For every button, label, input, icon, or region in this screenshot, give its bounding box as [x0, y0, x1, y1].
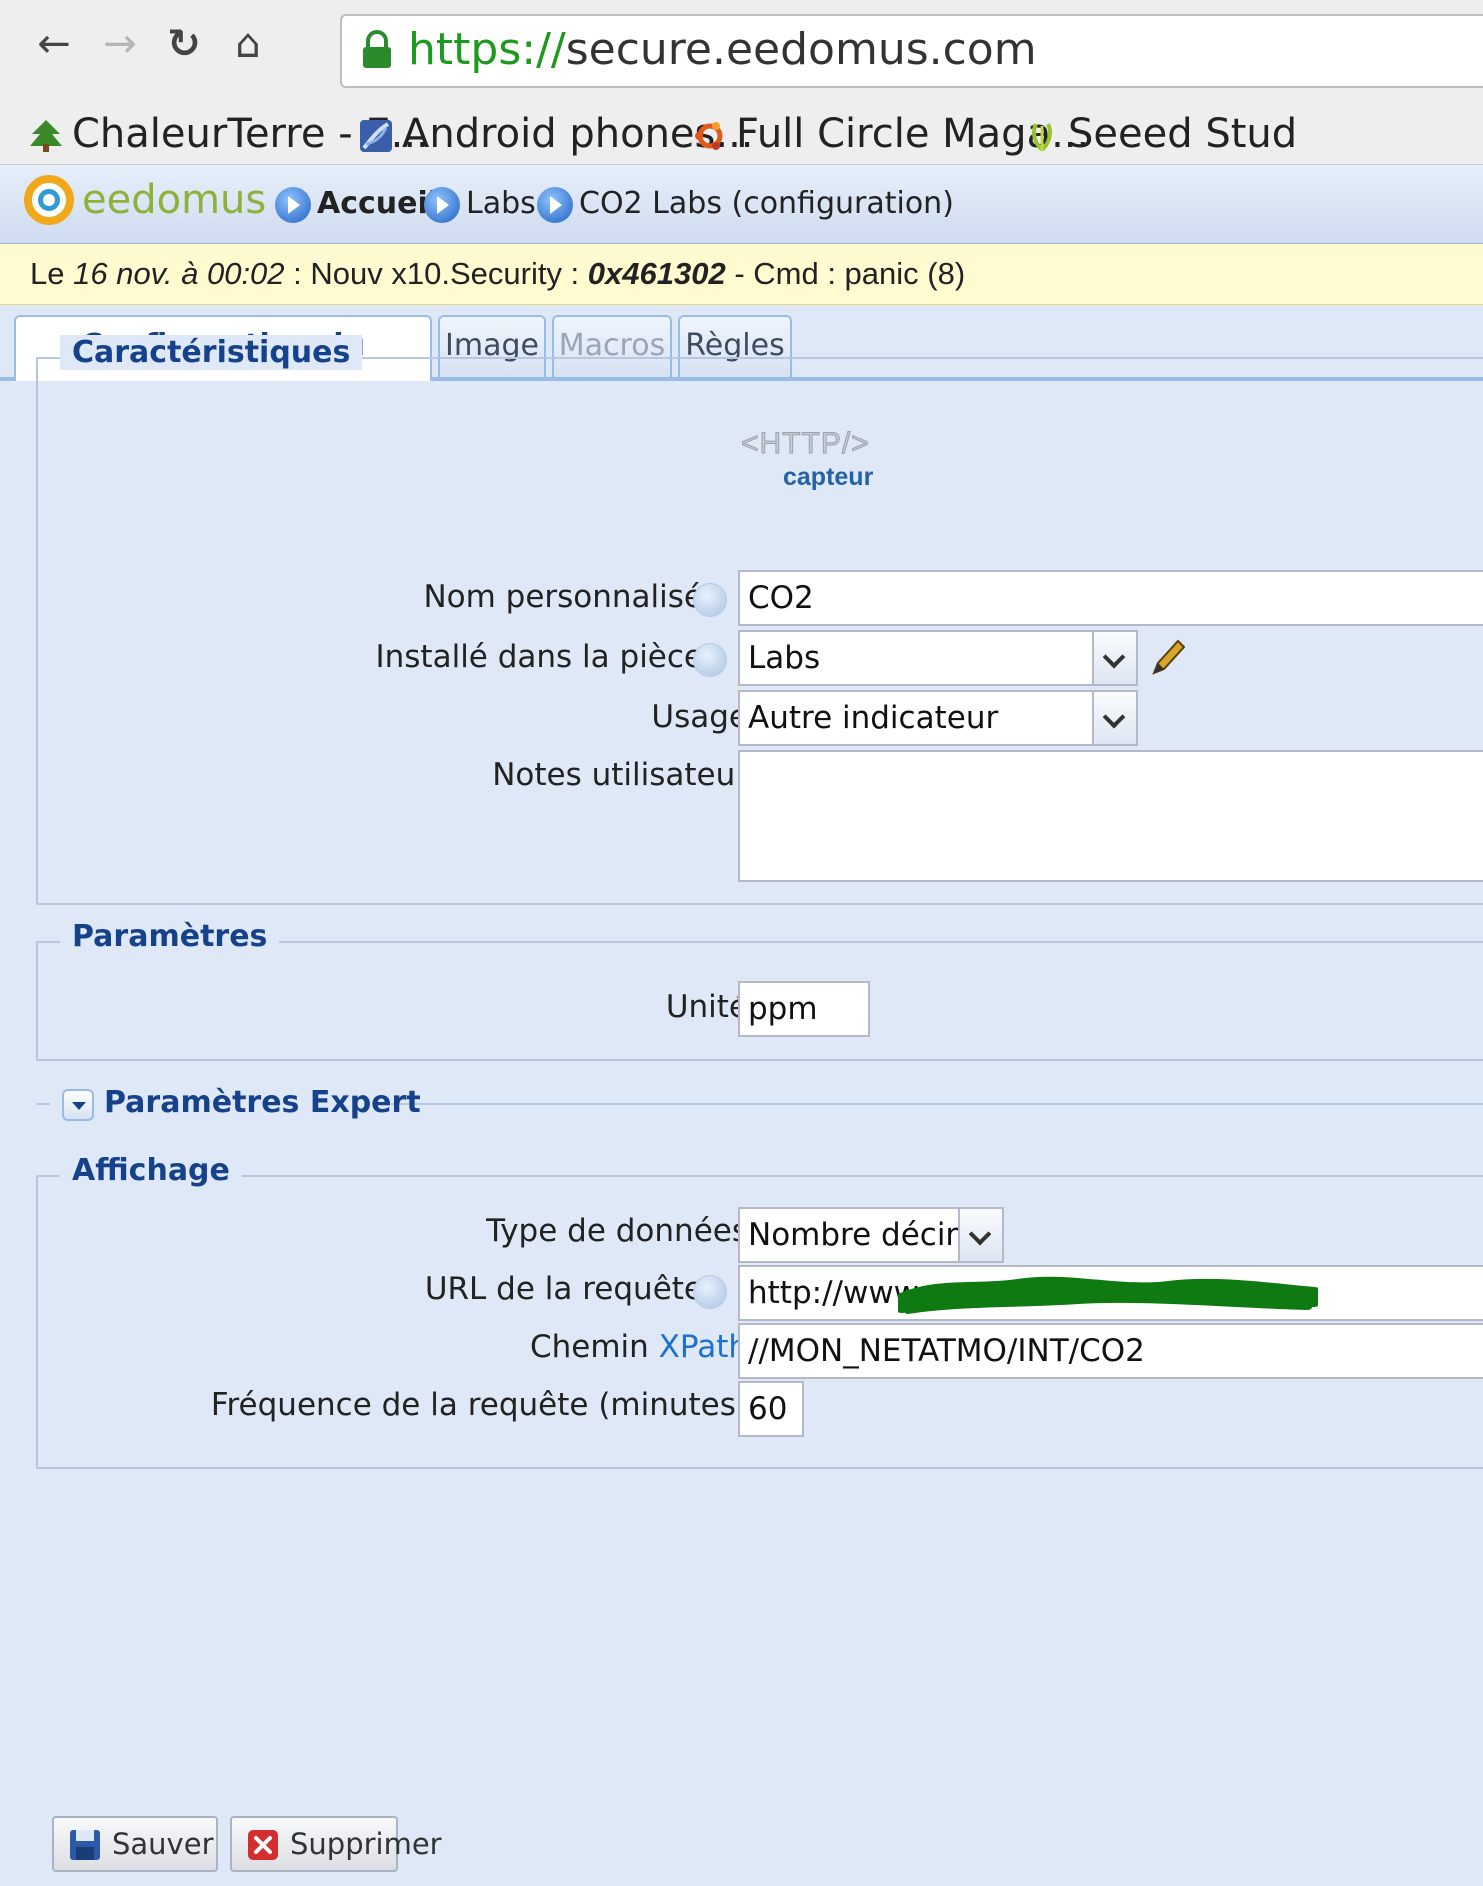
- unit-input[interactable]: ppm: [738, 981, 870, 1037]
- tree-icon: [30, 120, 62, 152]
- xpath-link[interactable]: XPath: [659, 1329, 748, 1365]
- expert-legend: Paramètres Expert: [104, 1085, 421, 1120]
- floppy-disk-icon: [70, 1830, 100, 1860]
- help-icon[interactable]: [693, 1275, 727, 1309]
- breadcrumb-label: CO2 Labs (configuration): [579, 186, 954, 221]
- browser-toolbar: ← → ↻ ⌂ https://secure.eedomus.com: [0, 0, 1483, 105]
- http-device-logo: <HTTP/>: [741, 427, 870, 461]
- logo-text: eedomus: [82, 177, 267, 223]
- home-icon[interactable]: ⌂: [224, 20, 272, 68]
- expert-toggle[interactable]: Paramètres Expert: [50, 1083, 421, 1127]
- breadcrumb-accueil[interactable]: Accueil: [275, 183, 438, 225]
- collapse-toggle-icon[interactable]: [62, 1089, 94, 1121]
- android-feather-icon: [360, 120, 392, 152]
- datatype-select[interactable]: Nombre décimal: [738, 1207, 1004, 1263]
- name-input[interactable]: CO2: [738, 570, 1483, 626]
- name-label: Nom personnalisé: [423, 579, 703, 615]
- eedomus-logo-icon: [24, 175, 74, 225]
- help-icon[interactable]: [693, 643, 727, 677]
- redaction-scribble: [898, 1276, 1318, 1314]
- arrow-circle-icon: [424, 186, 460, 223]
- save-button-label: Sauver: [112, 1827, 214, 1861]
- usage-select[interactable]: Autre indicateur: [738, 690, 1138, 746]
- breadcrumb-co2-labs[interactable]: CO2 Labs (configuration): [537, 183, 954, 225]
- notification-text: : Nouv x10.Security :: [284, 256, 588, 291]
- room-select[interactable]: Labs: [738, 630, 1138, 686]
- breadcrumb-label: Labs: [466, 186, 536, 221]
- usage-label: Usage: [651, 699, 748, 735]
- frequency-label: Fréquence de la requête (minutes): [210, 1387, 748, 1423]
- arrow-circle-icon: [537, 186, 573, 223]
- delete-button-label: Supprimer: [290, 1827, 442, 1861]
- save-button[interactable]: Sauver: [52, 1816, 218, 1872]
- url-label: URL de la requête: [424, 1271, 703, 1307]
- address-bar[interactable]: https://secure.eedomus.com: [340, 14, 1483, 88]
- usage-select-value: Autre indicateur: [748, 700, 999, 736]
- notification-prefix: Le: [30, 256, 74, 291]
- lock-icon: [363, 30, 391, 68]
- eedomus-logo[interactable]: eedomus: [24, 175, 266, 233]
- app-header: eedomus Accueil Labs CO2 Labs (configura…: [0, 165, 1483, 244]
- xpath-label: Chemin XPath: [530, 1329, 748, 1365]
- chevron-down-icon[interactable]: [1092, 692, 1136, 744]
- seeed-icon: [1032, 123, 1052, 152]
- url-scheme: https://: [408, 24, 566, 75]
- forward-arrow-icon[interactable]: →: [96, 20, 144, 68]
- datatype-label: Type de données: [486, 1213, 748, 1249]
- breadcrumb-label: Accueil: [317, 186, 439, 221]
- frequency-input[interactable]: 60: [738, 1381, 804, 1437]
- request-url-input[interactable]: http://www.: [738, 1265, 1483, 1321]
- xpath-input[interactable]: //MON_NETATMO/INT/CO2: [738, 1323, 1483, 1379]
- notification-date: 16 nov. à 00:02: [73, 256, 285, 291]
- notes-label: Notes utilisateur: [492, 757, 748, 793]
- room-select-value: Labs: [748, 640, 821, 676]
- bookmark-seeed[interactable]: Seeed Stud: [1024, 108, 1297, 160]
- back-arrow-icon[interactable]: ←: [30, 20, 78, 68]
- bookmark-label: Seeed Stud: [1068, 111, 1298, 157]
- chevron-down-icon[interactable]: [958, 1209, 1002, 1261]
- device-type-caption: capteur: [783, 463, 874, 491]
- parameters-legend: Paramètres: [60, 919, 280, 954]
- unit-label: Unité: [665, 989, 748, 1025]
- parameters-fieldset: Paramètres Unité ppm: [36, 919, 1483, 1061]
- display-legend: Affichage: [60, 1153, 242, 1188]
- room-label: Installé dans la pièce: [375, 639, 703, 675]
- notification-bar: Le 16 nov. à 00:02 : Nouv x10.Security :…: [0, 244, 1483, 305]
- chevron-down-icon[interactable]: [1092, 632, 1136, 684]
- characteristics-legend: Caractéristiques: [60, 335, 363, 370]
- notification-command: - Cmd : panic (8): [725, 256, 966, 291]
- xpath-label-prefix: Chemin: [529, 1329, 659, 1365]
- ubuntu-icon: [695, 122, 723, 150]
- characteristics-fieldset: Caractéristiques <HTTP/> capteur Nom per…: [36, 335, 1483, 905]
- help-icon[interactable]: [693, 583, 727, 617]
- display-fieldset: Affichage Type de données Nombre décimal…: [36, 1153, 1483, 1469]
- configuration-panel: Caractéristiques <HTTP/> capteur Nom per…: [12, 335, 1483, 1886]
- pencil-icon[interactable]: [1148, 635, 1188, 679]
- notes-textarea[interactable]: [738, 750, 1483, 882]
- red-x-icon: [248, 1830, 278, 1860]
- reload-icon[interactable]: ↻: [160, 20, 208, 68]
- url-host: secure.eedomus.com: [565, 24, 1037, 75]
- delete-button[interactable]: Supprimer: [230, 1816, 442, 1872]
- bookmarks-bar: ChaleurTerre - E... Android phones... Fu…: [0, 104, 1483, 165]
- url-text: https://secure.eedomus.com: [408, 24, 1037, 75]
- breadcrumb-labs[interactable]: Labs: [424, 183, 536, 225]
- arrow-circle-icon: [275, 186, 311, 223]
- notification-code: 0x461302: [587, 256, 726, 291]
